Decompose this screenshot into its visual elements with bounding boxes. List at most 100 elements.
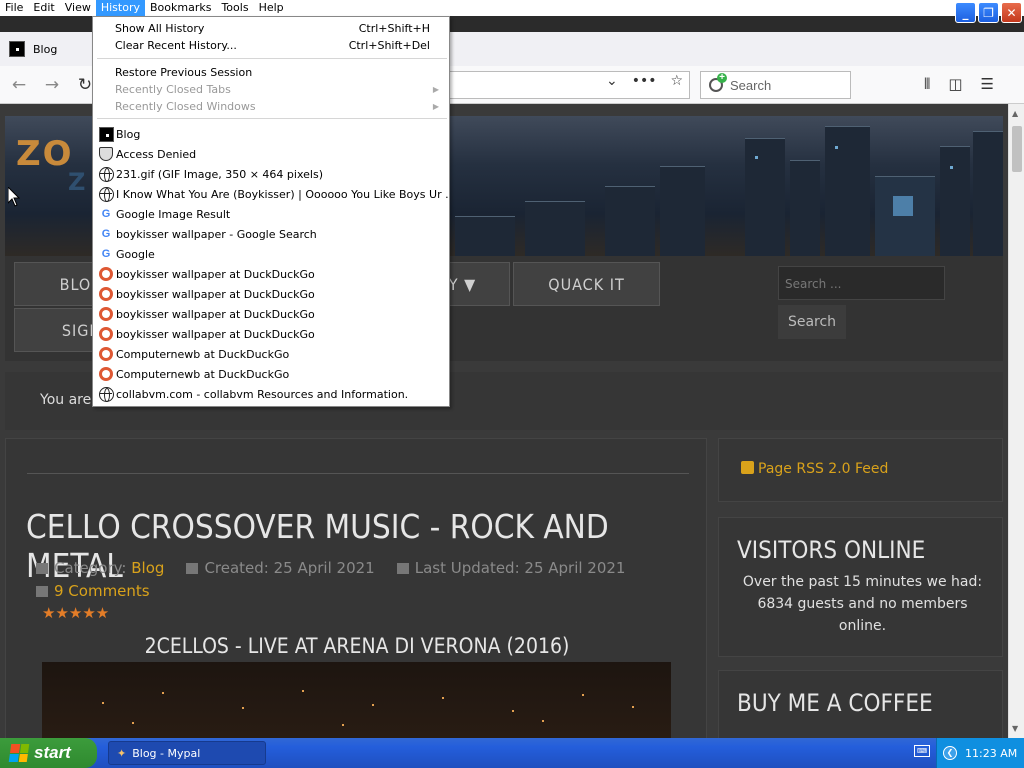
history-entry[interactable]: G Google: [94, 244, 449, 264]
shield-icon: [98, 146, 114, 162]
mypal-icon: ✦: [117, 746, 127, 760]
comments-count: 9 Comments: [54, 582, 150, 600]
back-arrow-icon[interactable]: ←: [9, 75, 29, 95]
menu-help[interactable]: Help: [254, 0, 289, 16]
article-meta: Category: Blog Created: 25 April 2021 La…: [36, 559, 625, 577]
rss-box: Page RSS 2.0 Feed: [718, 438, 1003, 502]
video-embed[interactable]: [42, 662, 671, 738]
category-meta: Category: Blog: [36, 559, 164, 577]
clock[interactable]: 11:23 AM: [965, 747, 1017, 760]
history-entry-label: boykisser wallpaper - Google Search: [116, 227, 317, 241]
duckduckgo-icon: [98, 266, 114, 282]
updated-date: Last Updated: 25 April 2021: [414, 559, 626, 577]
history-entry[interactable]: Access Denied: [94, 144, 449, 164]
taskbar-item-label: Blog - Mypal: [132, 746, 201, 760]
clear-recent-history[interactable]: Clear Recent History... Ctrl+Shift+Del: [94, 35, 449, 55]
nav-quack-it[interactable]: QUACK IT: [513, 262, 660, 306]
calendar-icon: [396, 563, 409, 574]
history-entry-label: Google Image Result: [116, 207, 231, 221]
updated-meta: Last Updated: 25 April 2021: [396, 559, 626, 577]
scroll-down-icon[interactable]: ▼: [1012, 724, 1018, 733]
history-entry-label: collabvm.com - collabvm Resources and In…: [116, 387, 409, 401]
menu-separator: [97, 58, 447, 59]
chevron-down-icon[interactable]: ⌄: [606, 73, 618, 89]
page-actions-icon[interactable]: •••: [632, 73, 657, 89]
history-entry[interactable]: Gboykisser wallpaper - Google Search: [94, 224, 449, 244]
duckduckgo-icon: [98, 286, 114, 302]
history-entry[interactable]: boykisser wallpaper at DuckDuckGo: [94, 304, 449, 324]
history-entry-label: boykisser wallpaper at DuckDuckGo: [116, 327, 315, 341]
site-search-input[interactable]: Search ...: [778, 266, 945, 300]
rss-link[interactable]: Page RSS 2.0 Feed: [758, 461, 888, 477]
coffee-title: BUY ME A COFFEE: [737, 689, 933, 717]
coffee-box: BUY ME A COFFEE: [718, 670, 1003, 738]
article-subtitle: 2CELLOS - LIVE AT ARENA DI VERONA (2016): [144, 634, 570, 658]
globe-icon: [98, 186, 114, 202]
bookmark-star-icon[interactable]: ☆: [671, 73, 684, 89]
windows-logo-icon: [8, 744, 30, 762]
sidebar-icon[interactable]: ◫: [948, 75, 962, 93]
recently-closed-windows-label: Recently Closed Windows: [115, 99, 256, 113]
nav-quack-it-label: QUACK IT: [548, 274, 625, 294]
duckduckgo-icon: [98, 346, 114, 362]
globe-icon: [98, 166, 114, 182]
recently-closed-windows[interactable]: Recently Closed Windows ▶: [94, 96, 449, 116]
comment-icon: [36, 586, 48, 597]
menu-tools[interactable]: Tools: [216, 0, 253, 16]
restore-icon[interactable]: ❐: [978, 2, 999, 23]
history-entry[interactable]: boykisser wallpaper at DuckDuckGo: [94, 284, 449, 304]
menu-file[interactable]: File: [0, 0, 28, 16]
show-all-history-label: Show All History: [115, 21, 205, 35]
history-entry[interactable]: G Google Image Result: [94, 204, 449, 224]
site-logo[interactable]: ZO: [16, 134, 74, 174]
start-label: start: [34, 743, 71, 762]
history-entry[interactable]: I Know What You Are (Boykisser) | Oooooo…: [94, 184, 449, 204]
duckduckgo-icon: [98, 326, 114, 342]
toolbar-right: ⫴ ◫ ☰: [924, 75, 994, 93]
library-icon[interactable]: ⫴: [924, 75, 930, 93]
scroll-up-icon[interactable]: ▲: [1012, 109, 1018, 118]
comments-link[interactable]: 9 Comments: [36, 582, 150, 600]
history-entry[interactable]: collabvm.com - collabvm Resources and In…: [94, 384, 449, 404]
forward-arrow-icon[interactable]: →: [42, 75, 62, 95]
search-input[interactable]: Search: [700, 71, 851, 99]
url-bar-controls: ⌄ ••• ☆: [606, 73, 683, 89]
site-search-button[interactable]: Search: [778, 305, 846, 339]
menu-bookmarks[interactable]: Bookmarks: [145, 0, 216, 16]
menu-edit[interactable]: Edit: [28, 0, 59, 16]
rating-stars[interactable]: ★★★★★: [42, 604, 109, 622]
minimize-icon[interactable]: _: [955, 2, 976, 23]
submenu-arrow-icon: ▶: [432, 84, 439, 94]
visitors-box: VISITORS ONLINE Over the past 15 minutes…: [718, 517, 1003, 657]
divider: [27, 473, 689, 474]
history-entry[interactable]: 231.gif (GIF Image, 350 × 464 pixels): [94, 164, 449, 184]
history-entry[interactable]: boykisser wallpaper at DuckDuckGo: [94, 324, 449, 344]
history-entry[interactable]: boykisser wallpaper at DuckDuckGo: [94, 264, 449, 284]
scroll-thumb[interactable]: [1012, 126, 1022, 172]
hamburger-menu-icon[interactable]: ☰: [981, 75, 994, 93]
menu-history[interactable]: History: [95, 0, 145, 16]
google-icon: G: [101, 208, 111, 220]
menu-view[interactable]: View: [60, 0, 96, 16]
tray-expand-icon[interactable]: ❮: [943, 746, 957, 760]
search-engine-icon: [709, 73, 727, 92]
start-button[interactable]: start: [0, 738, 97, 768]
calendar-icon: [186, 563, 199, 574]
google-icon: G: [101, 248, 111, 260]
keyboard-icon[interactable]: ⌨: [914, 745, 930, 757]
folder-icon: [36, 563, 48, 574]
created-meta: Created: 25 April 2021: [186, 559, 375, 577]
visitors-title: VISITORS ONLINE: [737, 536, 926, 564]
taskbar: start ✦ Blog - Mypal ❮ 11:23 AM: [0, 738, 1024, 768]
site-logo-secondary: Z: [68, 168, 88, 196]
category-link[interactable]: Blog: [131, 559, 164, 577]
history-entry-label: Google: [116, 247, 155, 261]
taskbar-item-mypal[interactable]: ✦ Blog - Mypal: [108, 741, 266, 765]
history-entry[interactable]: Computernewb at DuckDuckGo: [94, 344, 449, 364]
history-entry[interactable]: Blog: [94, 124, 449, 144]
vertical-scrollbar[interactable]: ▲ ▼: [1008, 104, 1024, 738]
globe-icon: [98, 386, 114, 402]
history-entry[interactable]: Computernewb at DuckDuckGo: [94, 364, 449, 384]
close-icon[interactable]: ✕: [1001, 2, 1022, 23]
history-entry-label: 231.gif (GIF Image, 350 × 464 pixels): [116, 167, 323, 181]
